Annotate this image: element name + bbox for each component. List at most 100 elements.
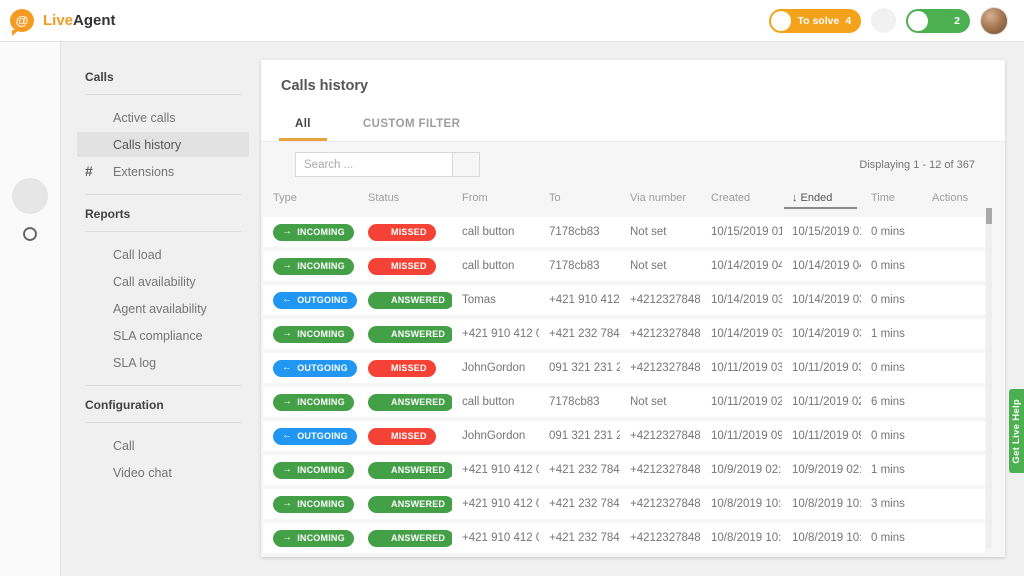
phone-icon: M6.62 10.79a15.05 15.05 0 0 0 6.59 6.59l… <box>377 296 386 305</box>
arrow-right-icon: → <box>282 226 293 237</box>
from-cell: +421 910 412 090 <box>462 532 539 544</box>
to-solve-widget[interactable]: M20 4H4a2 2 0 0 0-2 2v12a2 2 0 0 0 2 2h1… <box>769 8 862 33</box>
rail-mail-button[interactable]: M20 4H4a2 2 0 0 0-2 2v12a2 2 0 0 0 2 2h1… <box>12 98 48 134</box>
rail-phone-button[interactable]: M6.62 10.79a15.05 15.05 0 0 0 6.59 6.59l… <box>12 178 48 214</box>
divider <box>85 422 241 423</box>
ended-cell: 10/14/2019 04:3... <box>792 260 861 272</box>
gear-circle-icon: M12 2a10 10 0 1 0 10 10A10 10 0 0 0 12 2… <box>21 385 39 408</box>
scrollbar-track[interactable] <box>986 208 992 548</box>
rail-dashboard-button[interactable]: M3 3h8v6H3zM13 3h8v10h-8zM3 11h8v10H3zM1… <box>12 58 48 94</box>
rail-ring-button[interactable] <box>12 218 48 254</box>
ring-icon <box>21 225 39 248</box>
calendar-check-icon: M19 4h-1V2h-2v2H8V2H6v2H5a2 2 0 0 0-2 2v… <box>85 301 100 316</box>
to-cell: 091 321 231 231 <box>549 362 620 374</box>
column-header-status[interactable]: Status <box>358 192 452 204</box>
scrollbar-thumb[interactable] <box>986 208 992 224</box>
sidebar-item-active-calls[interactable]: M6.62 10.79a15.05 15.05 0 0 0 6.59 6.59l… <box>77 105 249 130</box>
arrow-right-icon: → <box>282 464 293 475</box>
to-cell: +421 232 784 862 <box>549 328 620 340</box>
column-header-type[interactable]: Type <box>263 192 358 204</box>
sidebar-item-sla-compliance[interactable]: M22 5.72l-4.6-3.86-1.29 1.53 4.6 3.86zM7… <box>77 323 249 348</box>
rail-bank-button[interactable]: M12 2 2 7v2h20V7zM4 11v7h3v-7zm6.5 0v7h3… <box>12 298 48 334</box>
sidebar-item-label: Agent availability <box>113 301 207 316</box>
view-call-button[interactable]: M12 4.5C7 4.5 2.73 7.61 1 12c1.73 4.39 6… <box>945 224 962 241</box>
column-header-from[interactable]: From <box>452 192 539 204</box>
column-header-time[interactable]: Time <box>861 192 922 204</box>
table-body: →INCOMING M6.62 10.79a15.05 15.05 0 0 0 6… <box>261 217 1005 553</box>
ended-cell: 10/15/2019 01:4... <box>792 226 861 238</box>
get-live-help-tab[interactable]: Get Live Help <box>1009 389 1024 473</box>
sidebar-item-label: SLA log <box>113 355 157 370</box>
search-input[interactable] <box>295 152 453 177</box>
chat-widget-button[interactable]: M20 2H4a2 2 0 0 0-2 2v18l4-4h14a2 2 0 0 … <box>871 8 897 33</box>
view-call-button[interactable]: M12 4.5C7 4.5 2.73 7.61 1 12c1.73 4.39 6… <box>945 258 962 275</box>
sidebar-item-agent-availability[interactable]: M19 4h-1V2h-2v2H8V2H6v2H5a2 2 0 0 0-2 2v… <box>77 296 249 321</box>
calls-widget[interactable]: M6.62 10.79a15.05 15.05 0 0 0 6.59 6.59l… <box>906 8 970 33</box>
arrow-right-icon: → <box>282 396 293 407</box>
tab-all[interactable]: All <box>279 109 327 141</box>
divider <box>85 94 241 95</box>
type-badge-outgoing: ← OUTGOING <box>273 291 357 309</box>
rail-contact-card-button[interactable]: M19 3H5a2 2 0 0 0-2 2v14a2 2 0 0 0 2 2h1… <box>12 258 48 294</box>
sidebar-item-label: Call <box>113 438 135 453</box>
sidebar-item-call-availability[interactable]: M19 4h-1V2h-2v2H8V2H6v2H5a2 2 0 0 0-2 2v… <box>77 269 249 294</box>
search-button[interactable]: M15.5 14h-.79l-.28-.27a6.5 6.5 0 1 0-.7.… <box>453 152 480 177</box>
sidebar-item-video-chat[interactable]: M17 10.5V7a1 1 0 0 0-1-1H4a1 1 0 0 0-1 1… <box>77 460 249 485</box>
chat-icon: M20 2H4a2 2 0 0 0-2 2v18l4-4h14a2 2 0 0 … <box>878 12 890 30</box>
card-header: Calls history M17.65 6.35A8 8 0 1 0 19.7… <box>261 60 1005 142</box>
created-cell: 10/14/2019 03:4... <box>711 294 782 306</box>
video-icon: M17 10.5V7a1 1 0 0 0-1-1H4a1 1 0 0 0-1 1… <box>85 465 100 480</box>
time-cell: 6 mins <box>871 396 905 408</box>
to-cell: 7178cb83 <box>549 260 600 272</box>
refresh-box-icon: M17.65 6.35A8 8 0 1 0 20 12h-2a6 6 0 1 1… <box>85 355 100 370</box>
rail-chat-button[interactable]: M20 2H4a2 2 0 0 0-2 2v18l4-4h14a2 2 0 0 … <box>12 138 48 174</box>
time-cell: 1 mins <box>871 464 905 476</box>
rail-gear-button[interactable]: M19.14 12.94c.04-.3.06-.61.06-.94 0-.32-… <box>12 338 48 374</box>
liveagent-logo[interactable]: @ LiveAgent <box>10 8 116 36</box>
type-badge-incoming: → INCOMING <box>273 461 354 479</box>
add-button[interactable]: M12 2a10 10 0 1 0 10 10A10 10 0 0 0 12 2… <box>735 9 759 33</box>
tab-custom-filter[interactable]: M12 2a10 10 0 1 0 10 10A10 10 0 0 0 12 2… <box>327 109 476 141</box>
sidebar-item-call-load[interactable]: M6.62 10.79a15.05 15.05 0 0 0 6.59 6.59l… <box>77 242 249 267</box>
sidebar-item-extensions[interactable]: # Extensions <box>77 159 249 184</box>
sidebar-item-calls-history[interactable]: M13 3a9 9 0 0 0-9 9H1l3.9 3.9L9 12H6a7 7… <box>77 132 249 157</box>
time-cell: 0 mins <box>871 532 905 544</box>
rail-gear-circle-button[interactable]: M12 2a10 10 0 1 0 10 10A10 10 0 0 0 12 2… <box>12 378 48 414</box>
column-header-via-number[interactable]: Via number <box>620 192 701 204</box>
created-cell: 10/11/2019 09:3... <box>711 430 782 442</box>
column-header-ended[interactable]: ↓ Ended <box>782 192 861 209</box>
from-cell: call button <box>462 226 515 238</box>
column-header-created[interactable]: Created <box>701 192 782 204</box>
to-cell: +421 232 784 862 <box>549 498 620 510</box>
view-call-button[interactable]: M12 4.5C7 4.5 2.73 7.61 1 12c1.73 4.39 6… <box>945 292 962 309</box>
phone-icon: M6.62 10.79a15.05 15.05 0 0 0 6.59 6.59l… <box>377 262 386 271</box>
sidebar: Calls M6.62 10.79a15.05 15.05 0 0 0 6.59 … <box>61 42 259 576</box>
view-call-button[interactable]: M12 4.5C7 4.5 2.73 7.61 1 12c1.73 4.39 6… <box>945 428 962 445</box>
via-number-cell: +421232784862 <box>630 362 701 374</box>
ended-cell: 10/14/2019 03:2... <box>792 328 861 340</box>
column-header-to[interactable]: To <box>539 192 620 204</box>
sidebar-item-call[interactable]: M6.62 10.79a15.05 15.05 0 0 0 6.59 6.59l… <box>77 433 249 458</box>
call-row: →INCOMING M6.62 10.79a15.05 15.05 0 0 0 6… <box>263 455 985 485</box>
ended-cell: 10/14/2019 03:4... <box>792 294 861 306</box>
call-row: →INCOMING M6.62 10.79a15.05 15.05 0 0 0 6… <box>263 489 985 519</box>
column-header-actions[interactable]: Actions <box>922 192 985 204</box>
view-call-button[interactable]: M12 4.5C7 4.5 2.73 7.61 1 12c1.73 4.39 6… <box>945 360 962 377</box>
ended-cell: 10/8/2019 10:39:... <box>792 532 861 544</box>
card-body: M15.5 14h-.79l-.28-.27a6.5 6.5 0 1 0-.7.… <box>261 142 1005 557</box>
phone-icon: M6.62 10.79a15.05 15.05 0 0 0 6.59 6.59l… <box>85 247 100 262</box>
sidebar-item-sla-log[interactable]: M17.65 6.35A8 8 0 1 0 20 12h-2a6 6 0 1 1… <box>77 350 249 375</box>
from-cell: +421 910 412 090 <box>462 328 539 340</box>
view-call-button[interactable]: M12 4.5C7 4.5 2.73 7.61 1 12c1.73 4.39 6… <box>945 326 962 343</box>
view-call-button[interactable]: M12 4.5C7 4.5 2.73 7.61 1 12c1.73 4.39 6… <box>945 462 962 479</box>
phone-icon: M6.62 10.79a15.05 15.05 0 0 0 6.59 6.59l… <box>377 330 386 339</box>
via-number-cell: +421232784862 <box>630 464 701 476</box>
arrow-left-icon: ← <box>282 430 293 441</box>
to-cell: +421 232 784 862 <box>549 464 620 476</box>
refresh-button[interactable]: M17.65 6.35A8 8 0 1 0 19.73 14h-2.08a6 6… <box>966 82 981 102</box>
user-avatar[interactable] <box>980 6 1008 35</box>
to-cell: +421 232 784 862 <box>549 532 620 544</box>
view-call-button[interactable]: M12 4.5C7 4.5 2.73 7.61 1 12c1.73 4.39 6… <box>945 530 962 547</box>
view-call-button[interactable]: M12 4.5C7 4.5 2.73 7.61 1 12c1.73 4.39 6… <box>945 496 962 513</box>
view-call-button[interactable]: M12 4.5C7 4.5 2.73 7.61 1 12c1.73 4.39 6… <box>945 394 962 411</box>
